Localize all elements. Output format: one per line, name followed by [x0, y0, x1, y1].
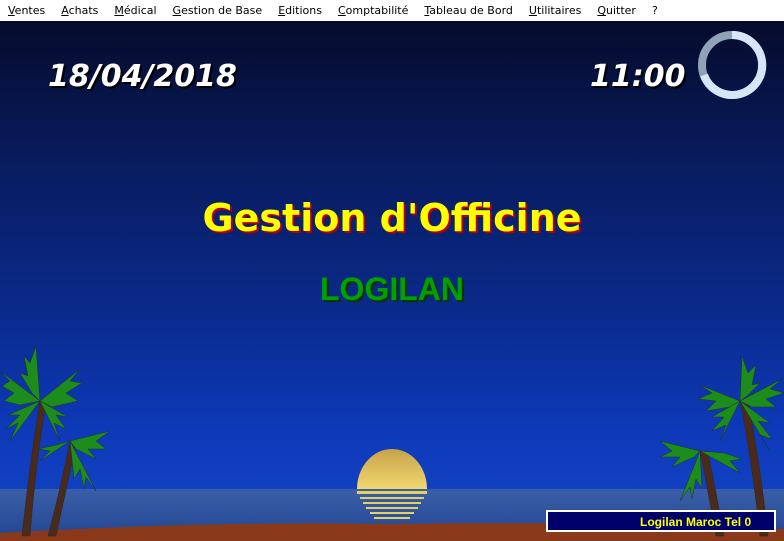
- splash-background: 18/04/2018 11:00 Gestion d'Officine LOGI…: [0, 21, 784, 541]
- menu-mnemonic: U: [528, 4, 537, 17]
- menu-utilitaires[interactable]: Utilitaires: [521, 4, 589, 17]
- marquee-ticker: Logilan Maroc Tel 0: [546, 510, 776, 532]
- menu-achats[interactable]: Achats: [53, 4, 106, 17]
- menu-quitter[interactable]: Quitter: [589, 4, 644, 17]
- menu-label-rest: uitter: [606, 4, 636, 17]
- menu-gestion-de-base[interactable]: Gestion de Base: [165, 4, 271, 17]
- menu-label-rest: entes: [14, 4, 46, 17]
- beach-scene-illustration: [0, 345, 784, 541]
- menu-help[interactable]: ?: [644, 4, 666, 17]
- menu-label-rest: ableau de Bord: [429, 4, 513, 17]
- menu-ventes[interactable]: Ventes: [0, 4, 53, 17]
- menu-mnemonic: G: [172, 4, 182, 17]
- menu-mnemonic: C: [337, 4, 346, 17]
- menu-editions[interactable]: Editions: [270, 4, 330, 17]
- menu-mnemonic: V: [8, 4, 15, 17]
- left-palm-trees-icon: [0, 345, 111, 537]
- sunset-sun-icon: [357, 449, 427, 519]
- menu-mnemonic: A: [61, 4, 69, 17]
- menu-label-rest: édical: [123, 4, 157, 17]
- marquee-text: Logilan Maroc Tel 0: [640, 515, 752, 529]
- menu-label-rest: omptabilité: [345, 4, 409, 17]
- menu-label-rest: estion de Base: [181, 4, 263, 17]
- menu-tableau-de-bord[interactable]: Tableau de Bord: [416, 4, 521, 17]
- menu-comptabilite[interactable]: Comptabilité: [330, 4, 416, 17]
- menu-mnemonic: Q: [597, 4, 606, 17]
- menu-label-rest: ditions: [285, 4, 322, 17]
- menu-bar: Ventes Achats Médical Gestion de Base Ed…: [0, 0, 784, 21]
- menu-mnemonic: M: [114, 4, 124, 17]
- menu-medical[interactable]: Médical: [106, 4, 164, 17]
- right-palm-trees-icon: [659, 355, 784, 537]
- menu-label-rest: tilitaires: [536, 4, 582, 17]
- menu-label-rest: ?: [651, 4, 658, 17]
- menu-label-rest: chats: [68, 4, 99, 17]
